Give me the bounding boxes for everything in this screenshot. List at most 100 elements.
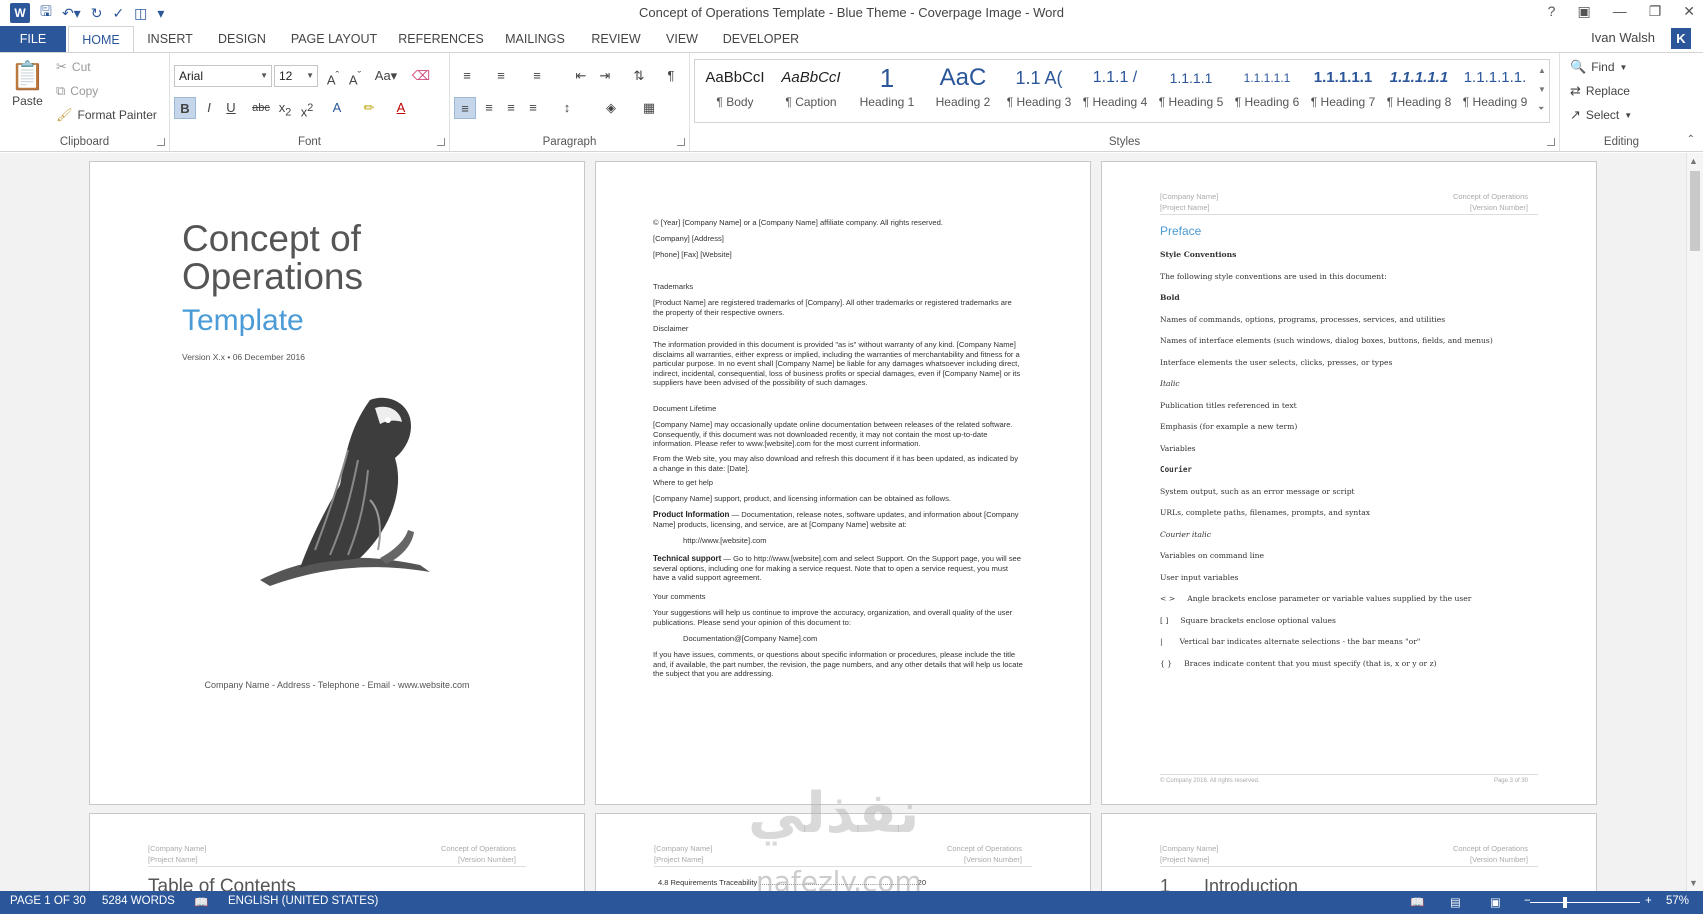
ribbon-display-icon[interactable]: ▣ (1577, 3, 1590, 20)
multilevel-list-icon[interactable]: ≡ (526, 65, 548, 87)
style-heading-2[interactable]: AaC Heading 2 (926, 63, 1000, 121)
change-case-icon[interactable]: Aa▾ (370, 65, 402, 87)
tab-design[interactable]: DESIGN (210, 26, 274, 52)
superscript-button[interactable]: x2 (296, 97, 318, 119)
shading-icon[interactable]: ◈ (600, 97, 622, 119)
zoom-out-icon[interactable]: − (1524, 895, 1531, 907)
style-heading-5[interactable]: 1.1.1.1 ¶ Heading 5 (1154, 63, 1228, 121)
tab-home[interactable]: HOME (68, 26, 134, 53)
grow-font-icon[interactable]: Aˆ (322, 65, 344, 87)
page-count[interactable]: PAGE 1 OF 30 (10, 895, 86, 907)
minimize-icon[interactable]: — (1613, 3, 1627, 20)
align-left-icon[interactable]: ≡ (454, 97, 476, 119)
paste-button[interactable]: 📋 Paste (10, 59, 45, 108)
zoom-slider[interactable] (1530, 902, 1640, 903)
page-introduction[interactable]: [Company Name] [Project Name] Concept of… (1101, 813, 1597, 891)
tab-page-layout[interactable]: PAGE LAYOUT (286, 26, 382, 52)
vertical-scrollbar[interactable]: ▲ ▼ (1686, 153, 1703, 891)
style-heading-6[interactable]: 1.1.1.1.1 ¶ Heading 6 (1230, 63, 1304, 121)
collapse-ribbon-icon[interactable]: ⌃ (1687, 134, 1695, 145)
text-effects-icon[interactable]: A (326, 97, 348, 119)
style-heading-1[interactable]: 1 Heading 1 (850, 63, 924, 121)
convention-line: Interface elements the user selects, cli… (1160, 357, 1393, 367)
bullets-icon[interactable]: ≡ (456, 65, 478, 87)
style-heading-7[interactable]: 1.1.1.1.1 ¶ Heading 7 (1306, 63, 1380, 121)
group-label: Styles (1108, 136, 1141, 148)
dialog-launcher-icon[interactable] (1547, 138, 1555, 146)
justify-icon[interactable]: ≡ (522, 97, 544, 119)
scroll-up-icon[interactable]: ▲ (1689, 156, 1698, 166)
header-version: [Version Number] (1470, 203, 1528, 212)
highlight-icon[interactable]: ✏ (358, 97, 380, 119)
dialog-launcher-icon[interactable] (157, 138, 165, 146)
tab-developer[interactable]: DEVELOPER (718, 26, 804, 52)
align-center-icon[interactable]: ≡ (478, 97, 500, 119)
clear-formatting-icon[interactable]: ⌫ (410, 65, 432, 87)
scroll-down-icon[interactable]: ▼ (1689, 878, 1698, 888)
read-mode-icon[interactable]: 📖 (1410, 895, 1424, 909)
bold-button[interactable]: B (174, 97, 196, 119)
watermark-text: nafezly.com (756, 865, 922, 891)
convention-line: < > Angle brackets enclose parameter or … (1160, 594, 1472, 603)
tab-file[interactable]: FILE (0, 26, 66, 52)
strikethrough-button[interactable]: abc (250, 97, 272, 119)
align-right-icon[interactable]: ≡ (500, 97, 522, 119)
select-button[interactable]: ↗ Select ▼ (1570, 107, 1632, 123)
line-spacing-icon[interactable]: ↕ (556, 97, 578, 119)
close-icon[interactable]: ✕ (1683, 3, 1695, 20)
shrink-font-icon[interactable]: Aˇ (344, 65, 366, 87)
font-size-select[interactable]: 12 ▼ (274, 65, 318, 87)
zoom-in-icon[interactable]: + (1645, 895, 1652, 907)
style-body[interactable]: AaBbCcI ¶ Body (698, 63, 772, 121)
dialog-launcher-icon[interactable] (677, 138, 685, 146)
font-name-select[interactable]: Arial ▼ (174, 65, 272, 87)
zoom-slider-thumb[interactable] (1563, 897, 1567, 908)
show-formatting-icon[interactable]: ¶ (660, 65, 682, 87)
web-layout-icon[interactable]: ▣ (1490, 895, 1501, 909)
document-area[interactable]: Concept of Operations Template Version X… (0, 153, 1686, 891)
numbering-icon[interactable]: ≡ (490, 65, 512, 87)
help-icon[interactable]: ? (1548, 3, 1556, 20)
user-name[interactable]: Ivan Walsh (1591, 30, 1655, 45)
page-cover[interactable]: Concept of Operations Template Version X… (89, 161, 585, 805)
copy-button[interactable]: ⧉ Copy (56, 83, 98, 99)
style-heading-4[interactable]: 1.1.1 / ¶ Heading 4 (1078, 63, 1152, 121)
style-caption[interactable]: AaBbCcI ¶ Caption (774, 63, 848, 121)
cut-button[interactable]: ✂ Cut (56, 59, 91, 75)
tab-references[interactable]: REFERENCES (396, 26, 486, 52)
style-heading-8[interactable]: 1.1.1.1.1 ¶ Heading 8 (1382, 63, 1456, 121)
gallery-scroll[interactable]: ▲ ▼ ⏷ (1538, 61, 1546, 118)
tab-review[interactable]: REVIEW (582, 26, 650, 52)
language[interactable]: ENGLISH (UNITED STATES) (228, 895, 378, 907)
increase-indent-icon[interactable]: ⇥ (594, 65, 616, 87)
format-painter-button[interactable]: 🖌 Format Painter (56, 107, 157, 123)
word-count[interactable]: 5284 WORDS (102, 895, 175, 907)
tab-mailings[interactable]: MAILINGS (500, 26, 570, 52)
borders-icon[interactable]: ▦ (638, 97, 660, 119)
decrease-indent-icon[interactable]: ⇤ (570, 65, 592, 87)
italic-button[interactable]: I (198, 97, 220, 119)
underline-button[interactable]: U (220, 97, 242, 119)
style-heading-3[interactable]: 1.1 A( ¶ Heading 3 (1002, 63, 1076, 121)
avatar[interactable]: K (1671, 28, 1691, 49)
scissors-icon: ✂ (56, 59, 67, 74)
page-preface[interactable]: [Company Name] [Project Name] Concept of… (1101, 161, 1597, 805)
restore-icon[interactable]: ❐ (1649, 3, 1662, 20)
zoom-level[interactable]: 57% (1666, 895, 1689, 907)
dialog-launcher-icon[interactable] (437, 138, 445, 146)
proofing-icon[interactable]: 📖 (194, 895, 208, 909)
tab-insert[interactable]: INSERT (142, 26, 198, 52)
page-toc[interactable]: [Company Name] [Project Name] Concept of… (89, 813, 585, 891)
scrollbar-thumb[interactable] (1690, 171, 1700, 251)
status-bar: PAGE 1 OF 30 5284 WORDS 📖 ENGLISH (UNITE… (0, 891, 1703, 914)
tab-view[interactable]: VIEW (662, 26, 702, 52)
font-color-icon[interactable]: A (390, 97, 412, 119)
brush-icon: 🖌 (56, 107, 73, 122)
page-legal[interactable]: © [Year] [Company Name] or a [Company Na… (595, 161, 1091, 805)
replace-button[interactable]: ⇄ Replace (1570, 83, 1630, 99)
sort-icon[interactable]: ⇅ (628, 65, 650, 87)
style-heading-9[interactable]: 1.1.1.1.1. ¶ Heading 9 (1458, 63, 1532, 121)
print-layout-icon[interactable]: ▤ (1450, 895, 1461, 909)
subscript-button[interactable]: x2 (274, 97, 296, 119)
find-button[interactable]: 🔍 Find ▼ (1570, 59, 1627, 75)
